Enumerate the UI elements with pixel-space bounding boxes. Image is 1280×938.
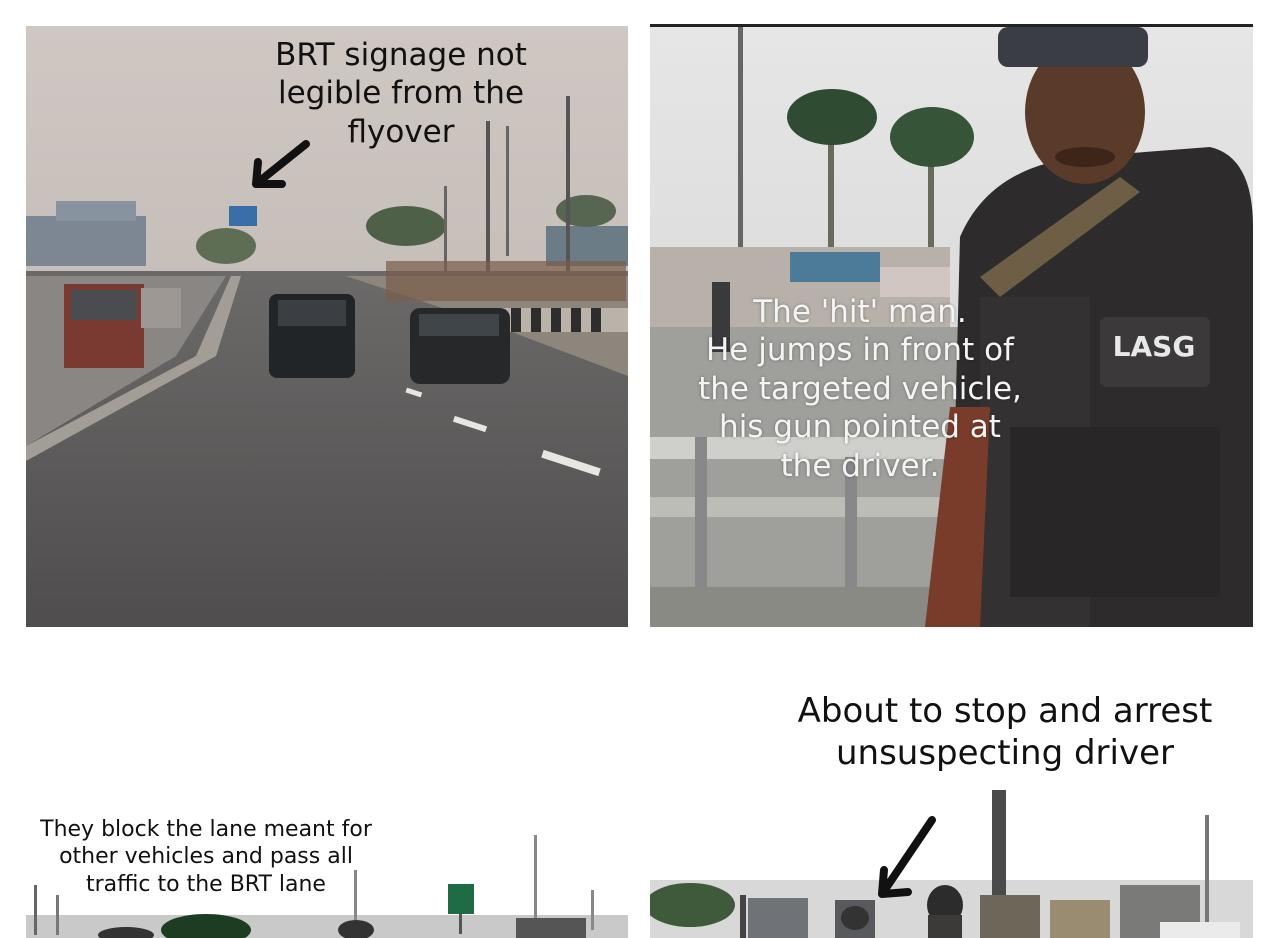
vest-badge: LASG bbox=[1112, 330, 1196, 363]
caption-arrest: About to stop and arrest unsuspecting dr… bbox=[797, 691, 1213, 774]
arrow-icon bbox=[878, 816, 936, 898]
photo-lane-block: They block the lane meant for other vehi… bbox=[26, 630, 628, 938]
photo-officer: LASG The 'hit' man. He jumps in front of… bbox=[650, 27, 1253, 627]
caption-lane-block: They block the lane meant for other vehi… bbox=[40, 817, 372, 897]
photo-road-flyover: BRT signage not legible from the flyover bbox=[26, 26, 628, 627]
caption-hit-man: The 'hit' man. He jumps in front of the … bbox=[698, 294, 1022, 484]
photo-arrest: About to stop and arrest unsuspecting dr… bbox=[650, 630, 1253, 938]
caption-brt-signage: BRT signage not legible from the flyover bbox=[275, 37, 527, 150]
arrow-icon bbox=[252, 140, 310, 188]
